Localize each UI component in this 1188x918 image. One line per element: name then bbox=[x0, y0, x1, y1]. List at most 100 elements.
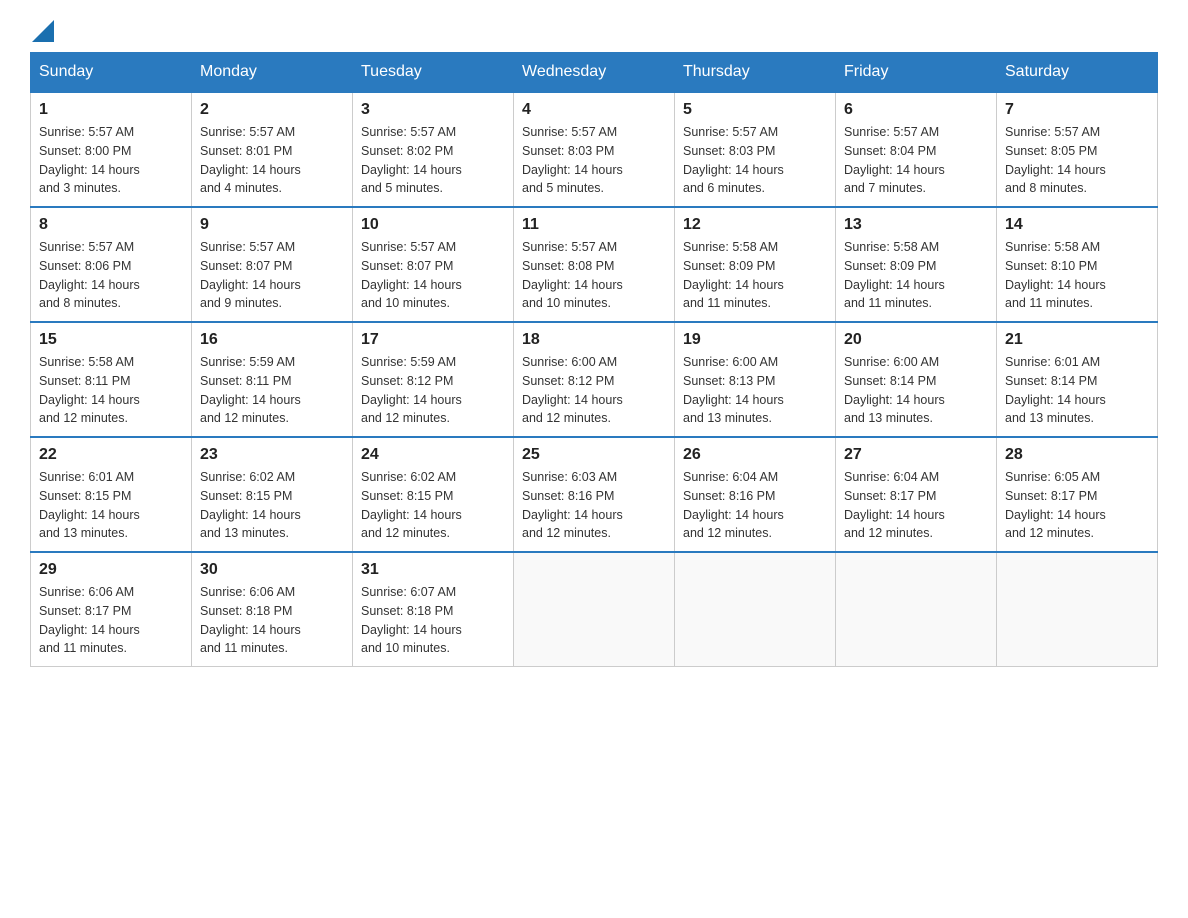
day-info: Sunrise: 6:00 AM Sunset: 8:14 PM Dayligh… bbox=[844, 353, 988, 428]
calendar-cell: 19 Sunrise: 6:00 AM Sunset: 8:13 PM Dayl… bbox=[675, 322, 836, 437]
day-info: Sunrise: 5:57 AM Sunset: 8:05 PM Dayligh… bbox=[1005, 123, 1149, 198]
day-info: Sunrise: 6:07 AM Sunset: 8:18 PM Dayligh… bbox=[361, 583, 505, 658]
day-number: 26 bbox=[683, 446, 827, 464]
day-number: 9 bbox=[200, 216, 344, 234]
day-number: 3 bbox=[361, 101, 505, 119]
day-info: Sunrise: 5:57 AM Sunset: 8:01 PM Dayligh… bbox=[200, 123, 344, 198]
day-info: Sunrise: 6:03 AM Sunset: 8:16 PM Dayligh… bbox=[522, 468, 666, 543]
day-info: Sunrise: 6:02 AM Sunset: 8:15 PM Dayligh… bbox=[200, 468, 344, 543]
calendar-cell: 26 Sunrise: 6:04 AM Sunset: 8:16 PM Dayl… bbox=[675, 437, 836, 552]
calendar-cell: 17 Sunrise: 5:59 AM Sunset: 8:12 PM Dayl… bbox=[353, 322, 514, 437]
calendar-cell: 1 Sunrise: 5:57 AM Sunset: 8:00 PM Dayli… bbox=[31, 92, 192, 207]
calendar-cell: 16 Sunrise: 5:59 AM Sunset: 8:11 PM Dayl… bbox=[192, 322, 353, 437]
logo bbox=[30, 20, 54, 42]
day-info: Sunrise: 5:57 AM Sunset: 8:08 PM Dayligh… bbox=[522, 238, 666, 313]
calendar-cell: 2 Sunrise: 5:57 AM Sunset: 8:01 PM Dayli… bbox=[192, 92, 353, 207]
col-header-monday: Monday bbox=[192, 53, 353, 93]
day-info: Sunrise: 5:57 AM Sunset: 8:03 PM Dayligh… bbox=[683, 123, 827, 198]
calendar-cell: 6 Sunrise: 5:57 AM Sunset: 8:04 PM Dayli… bbox=[836, 92, 997, 207]
calendar-cell: 18 Sunrise: 6:00 AM Sunset: 8:12 PM Dayl… bbox=[514, 322, 675, 437]
day-info: Sunrise: 5:57 AM Sunset: 8:04 PM Dayligh… bbox=[844, 123, 988, 198]
day-info: Sunrise: 5:58 AM Sunset: 8:09 PM Dayligh… bbox=[844, 238, 988, 313]
col-header-saturday: Saturday bbox=[997, 53, 1158, 93]
day-number: 19 bbox=[683, 331, 827, 349]
day-number: 29 bbox=[39, 561, 183, 579]
calendar-cell: 7 Sunrise: 5:57 AM Sunset: 8:05 PM Dayli… bbox=[997, 92, 1158, 207]
calendar-cell: 22 Sunrise: 6:01 AM Sunset: 8:15 PM Dayl… bbox=[31, 437, 192, 552]
calendar-cell: 24 Sunrise: 6:02 AM Sunset: 8:15 PM Dayl… bbox=[353, 437, 514, 552]
week-row-4: 22 Sunrise: 6:01 AM Sunset: 8:15 PM Dayl… bbox=[31, 437, 1158, 552]
day-number: 2 bbox=[200, 101, 344, 119]
day-number: 30 bbox=[200, 561, 344, 579]
week-row-5: 29 Sunrise: 6:06 AM Sunset: 8:17 PM Dayl… bbox=[31, 552, 1158, 667]
day-info: Sunrise: 5:58 AM Sunset: 8:09 PM Dayligh… bbox=[683, 238, 827, 313]
day-number: 24 bbox=[361, 446, 505, 464]
day-number: 20 bbox=[844, 331, 988, 349]
calendar-cell: 23 Sunrise: 6:02 AM Sunset: 8:15 PM Dayl… bbox=[192, 437, 353, 552]
calendar-cell: 13 Sunrise: 5:58 AM Sunset: 8:09 PM Dayl… bbox=[836, 207, 997, 322]
day-number: 14 bbox=[1005, 216, 1149, 234]
calendar-table: SundayMondayTuesdayWednesdayThursdayFrid… bbox=[30, 52, 1158, 667]
week-row-1: 1 Sunrise: 5:57 AM Sunset: 8:00 PM Dayli… bbox=[31, 92, 1158, 207]
day-info: Sunrise: 6:01 AM Sunset: 8:15 PM Dayligh… bbox=[39, 468, 183, 543]
day-number: 12 bbox=[683, 216, 827, 234]
day-number: 27 bbox=[844, 446, 988, 464]
calendar-cell: 27 Sunrise: 6:04 AM Sunset: 8:17 PM Dayl… bbox=[836, 437, 997, 552]
day-number: 5 bbox=[683, 101, 827, 119]
calendar-cell: 20 Sunrise: 6:00 AM Sunset: 8:14 PM Dayl… bbox=[836, 322, 997, 437]
calendar-cell: 8 Sunrise: 5:57 AM Sunset: 8:06 PM Dayli… bbox=[31, 207, 192, 322]
day-number: 1 bbox=[39, 101, 183, 119]
calendar-cell: 31 Sunrise: 6:07 AM Sunset: 8:18 PM Dayl… bbox=[353, 552, 514, 667]
calendar-cell: 21 Sunrise: 6:01 AM Sunset: 8:14 PM Dayl… bbox=[997, 322, 1158, 437]
day-info: Sunrise: 5:57 AM Sunset: 8:06 PM Dayligh… bbox=[39, 238, 183, 313]
day-info: Sunrise: 5:59 AM Sunset: 8:12 PM Dayligh… bbox=[361, 353, 505, 428]
calendar-cell bbox=[675, 552, 836, 667]
calendar-cell: 15 Sunrise: 5:58 AM Sunset: 8:11 PM Dayl… bbox=[31, 322, 192, 437]
day-info: Sunrise: 6:04 AM Sunset: 8:16 PM Dayligh… bbox=[683, 468, 827, 543]
col-header-friday: Friday bbox=[836, 53, 997, 93]
day-info: Sunrise: 6:00 AM Sunset: 8:12 PM Dayligh… bbox=[522, 353, 666, 428]
calendar-cell: 29 Sunrise: 6:06 AM Sunset: 8:17 PM Dayl… bbox=[31, 552, 192, 667]
day-number: 11 bbox=[522, 216, 666, 234]
day-number: 17 bbox=[361, 331, 505, 349]
calendar-cell: 28 Sunrise: 6:05 AM Sunset: 8:17 PM Dayl… bbox=[997, 437, 1158, 552]
day-info: Sunrise: 6:00 AM Sunset: 8:13 PM Dayligh… bbox=[683, 353, 827, 428]
day-number: 6 bbox=[844, 101, 988, 119]
day-number: 7 bbox=[1005, 101, 1149, 119]
day-number: 22 bbox=[39, 446, 183, 464]
col-header-thursday: Thursday bbox=[675, 53, 836, 93]
day-number: 8 bbox=[39, 216, 183, 234]
day-info: Sunrise: 5:57 AM Sunset: 8:07 PM Dayligh… bbox=[200, 238, 344, 313]
day-info: Sunrise: 5:58 AM Sunset: 8:11 PM Dayligh… bbox=[39, 353, 183, 428]
logo-triangle-icon bbox=[32, 20, 54, 42]
day-number: 16 bbox=[200, 331, 344, 349]
day-info: Sunrise: 6:06 AM Sunset: 8:17 PM Dayligh… bbox=[39, 583, 183, 658]
col-header-sunday: Sunday bbox=[31, 53, 192, 93]
day-number: 23 bbox=[200, 446, 344, 464]
day-info: Sunrise: 5:58 AM Sunset: 8:10 PM Dayligh… bbox=[1005, 238, 1149, 313]
day-number: 25 bbox=[522, 446, 666, 464]
calendar-cell: 3 Sunrise: 5:57 AM Sunset: 8:02 PM Dayli… bbox=[353, 92, 514, 207]
page-header bbox=[30, 20, 1158, 42]
day-number: 15 bbox=[39, 331, 183, 349]
day-number: 13 bbox=[844, 216, 988, 234]
day-info: Sunrise: 5:57 AM Sunset: 8:00 PM Dayligh… bbox=[39, 123, 183, 198]
day-number: 21 bbox=[1005, 331, 1149, 349]
day-number: 31 bbox=[361, 561, 505, 579]
calendar-cell: 30 Sunrise: 6:06 AM Sunset: 8:18 PM Dayl… bbox=[192, 552, 353, 667]
calendar-cell: 25 Sunrise: 6:03 AM Sunset: 8:16 PM Dayl… bbox=[514, 437, 675, 552]
day-number: 28 bbox=[1005, 446, 1149, 464]
calendar-cell: 14 Sunrise: 5:58 AM Sunset: 8:10 PM Dayl… bbox=[997, 207, 1158, 322]
col-header-tuesday: Tuesday bbox=[353, 53, 514, 93]
calendar-cell bbox=[997, 552, 1158, 667]
calendar-cell bbox=[514, 552, 675, 667]
calendar-cell bbox=[836, 552, 997, 667]
calendar-cell: 10 Sunrise: 5:57 AM Sunset: 8:07 PM Dayl… bbox=[353, 207, 514, 322]
week-row-3: 15 Sunrise: 5:58 AM Sunset: 8:11 PM Dayl… bbox=[31, 322, 1158, 437]
day-number: 4 bbox=[522, 101, 666, 119]
day-info: Sunrise: 5:57 AM Sunset: 8:03 PM Dayligh… bbox=[522, 123, 666, 198]
calendar-cell: 9 Sunrise: 5:57 AM Sunset: 8:07 PM Dayli… bbox=[192, 207, 353, 322]
calendar-cell: 12 Sunrise: 5:58 AM Sunset: 8:09 PM Dayl… bbox=[675, 207, 836, 322]
day-info: Sunrise: 6:06 AM Sunset: 8:18 PM Dayligh… bbox=[200, 583, 344, 658]
day-info: Sunrise: 5:57 AM Sunset: 8:02 PM Dayligh… bbox=[361, 123, 505, 198]
